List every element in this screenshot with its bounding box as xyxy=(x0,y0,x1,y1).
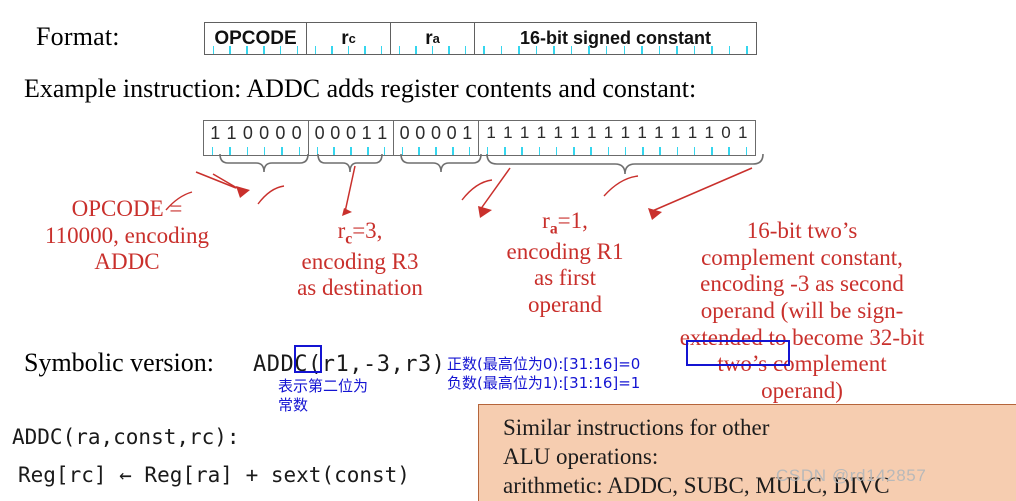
bit-digit: 0 xyxy=(345,123,356,143)
annotation-constant-line-4: operand (will be sign- xyxy=(700,298,904,324)
bit-digit: 1 xyxy=(536,123,547,142)
annotation-constant-line-1: 16-bit two’s xyxy=(746,218,858,243)
bit-digit: 0 xyxy=(330,123,341,143)
bit-digit: 0 xyxy=(291,123,302,143)
annotation-ra-value: =1, xyxy=(557,208,588,233)
bit-digit: 1 xyxy=(738,123,748,142)
highlight-box-extended-word xyxy=(686,340,790,366)
bit-digit: 1 xyxy=(210,123,221,143)
instruction-signature-code: ADDC(ra,const,rc): xyxy=(12,425,240,449)
format-field-ra-label: r xyxy=(425,27,433,49)
instruction-format-table: OPCODE rc ra 16-bit signed constant xyxy=(204,22,757,55)
bit-digit: 0 xyxy=(430,123,441,143)
bit-digit: 1 xyxy=(654,123,664,142)
format-field-rc-label: r xyxy=(341,27,349,49)
bit-digit: 1 xyxy=(553,123,563,142)
bit-digit: 0 xyxy=(399,123,410,143)
cjk-note-left-line-2: 常数 xyxy=(278,396,309,414)
field-braces xyxy=(219,153,764,175)
annotation-opcode: OPCODE = 110000, encoding ADDC xyxy=(12,196,242,276)
cjk-note-left-line-1: 表示第二位为 xyxy=(278,377,369,395)
red-leader-lines xyxy=(195,165,753,213)
annotation-rc-line-3: as destination xyxy=(297,275,423,301)
bit-digit: 0 xyxy=(314,123,325,143)
cjk-note-constant-position: 表示第二位为 常数 xyxy=(278,377,368,415)
instruction-semantics-code: Reg[rc] ← Reg[ra] + sext(const) xyxy=(18,463,410,487)
annotation-opcode-line-1: OPCODE = xyxy=(71,196,183,221)
format-field-opcode-label: OPCODE xyxy=(214,27,297,49)
format-field-rc: rc xyxy=(307,23,391,54)
bit-digit: 1 xyxy=(226,123,237,143)
bit-digit: 0 xyxy=(721,123,731,142)
example-instruction-text: Example instruction: ADDC adds register … xyxy=(24,74,697,103)
annotation-rc-value: =3, xyxy=(352,218,383,243)
bit-digit: 1 xyxy=(486,123,496,142)
similar-instructions-box: Similar instructions for other ALU opera… xyxy=(478,404,1016,501)
bit-digit: 1 xyxy=(503,123,513,142)
annotation-opcode-line-2: 110000, encoding xyxy=(45,222,209,248)
bit-digit: 1 xyxy=(519,123,530,142)
format-label: Format: xyxy=(36,22,120,51)
bit-digit: 1 xyxy=(462,123,473,143)
bit-digit: 1 xyxy=(620,123,631,142)
annotation-rc-line-1: rc=3, xyxy=(262,218,458,249)
bit-digit: 1 xyxy=(603,123,614,142)
format-field-constant: 16-bit signed constant xyxy=(475,23,756,54)
annotation-constant: 16-bit two’s complement constant, encodi… xyxy=(596,218,1008,405)
bit-digit: 0 xyxy=(275,123,286,143)
annotation-ra-subscript: a xyxy=(549,220,558,238)
format-field-constant-label: 16-bit signed constant xyxy=(519,28,712,48)
slide-canvas: Format: OPCODE rc ra 16-bit signed const… xyxy=(0,0,1016,501)
format-field-rc-sub: c xyxy=(348,31,356,46)
similar-instructions-line-3: arithmetic: ADDC, SUBC, MULC, DIVC xyxy=(503,473,890,498)
annotation-rc-line-2: encoding R3 xyxy=(301,248,419,274)
similar-instructions-line-2: ALU operations: xyxy=(503,444,659,469)
bit-digit: 1 xyxy=(587,123,597,142)
annotation-constant-line-3: encoding -3 as second xyxy=(700,271,904,297)
format-field-ra-sub: a xyxy=(432,31,440,46)
annotation-rc: rc=3, encoding R3 as destination xyxy=(262,218,458,302)
format-field-opcode: OPCODE xyxy=(205,23,307,54)
cjk-note-sign-extension: 正数(最高位为0):[31:16]=0 负数(最高位为1):[31:16]=1 xyxy=(447,355,640,393)
bit-digit: 0 xyxy=(446,123,457,143)
bit-digit: 0 xyxy=(242,123,253,143)
annotation-constant-line-6: two’s complement xyxy=(717,351,887,377)
cjk-note-right-line-2: 负数(最高位为1):[31:16]=1 xyxy=(447,374,641,392)
csdn-watermark: CSDN @rd142857 xyxy=(776,466,927,485)
cjk-note-right-line-1: 正数(最高位为0):[31:16]=0 xyxy=(447,355,641,373)
annotation-constant-line-2: complement constant, xyxy=(701,244,903,270)
similar-instructions-line-1: Similar instructions for other xyxy=(503,415,770,440)
bit-digit: 1 xyxy=(637,123,647,142)
bit-digit: 1 xyxy=(377,123,388,143)
annotation-constant-line-5: extended to become 32-bit xyxy=(679,324,925,350)
annotation-constant-line-7: operand) xyxy=(761,378,843,404)
highlight-box-opcode-char xyxy=(294,345,322,373)
bit-digit: 1 xyxy=(361,123,372,143)
annotation-opcode-line-3: ADDC xyxy=(94,249,160,275)
bit-digit: 1 xyxy=(687,123,698,142)
bit-digit: 1 xyxy=(570,123,580,142)
format-field-ra: ra xyxy=(391,23,475,54)
bit-digit: 1 xyxy=(704,123,714,142)
bit-digit: 0 xyxy=(259,123,270,143)
bit-digit: 1 xyxy=(670,123,681,142)
symbolic-version-label: Symbolic version: xyxy=(24,348,214,377)
symbolic-version-code: ADDC(r1,-3,r3) xyxy=(253,352,446,377)
annotation-ra-symbol: r xyxy=(542,208,550,233)
bit-digit: 0 xyxy=(415,123,426,143)
